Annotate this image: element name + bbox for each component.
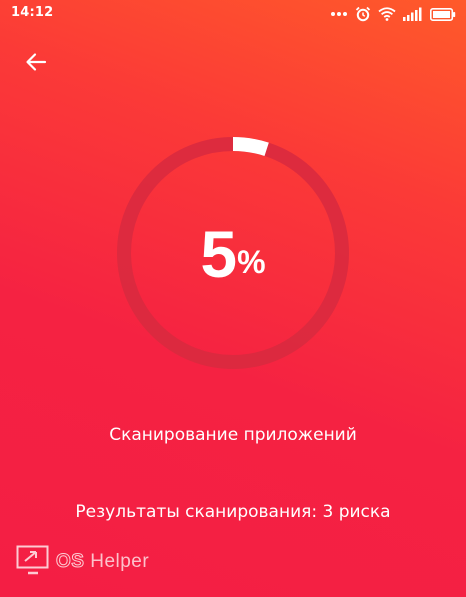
alarm-icon (355, 6, 371, 22)
watermark-text: OS Helper (55, 551, 150, 573)
progress-ring: 5% (115, 135, 351, 371)
signal-icon (403, 7, 423, 21)
monitor-icon (16, 545, 50, 579)
scan-status-text: Сканирование приложений (109, 425, 357, 445)
watermark-helper: Helper (90, 551, 150, 572)
progress-number: 5 (200, 217, 237, 291)
scan-results-text: Результаты сканирования: 3 риска (75, 502, 391, 522)
progress-unit: % (237, 244, 266, 280)
status-icons (330, 4, 456, 24)
wifi-icon (378, 7, 396, 21)
arrow-left-icon (24, 50, 48, 78)
progress-value: 5% (115, 135, 351, 371)
watermark-os: OS (55, 551, 85, 573)
status-bar: 14:12 (0, 0, 466, 28)
more-dots-icon (330, 11, 348, 17)
status-time: 14:12 (11, 5, 54, 20)
battery-icon (430, 7, 456, 21)
watermark-logo: OS Helper (16, 545, 150, 579)
back-button[interactable] (20, 48, 52, 80)
